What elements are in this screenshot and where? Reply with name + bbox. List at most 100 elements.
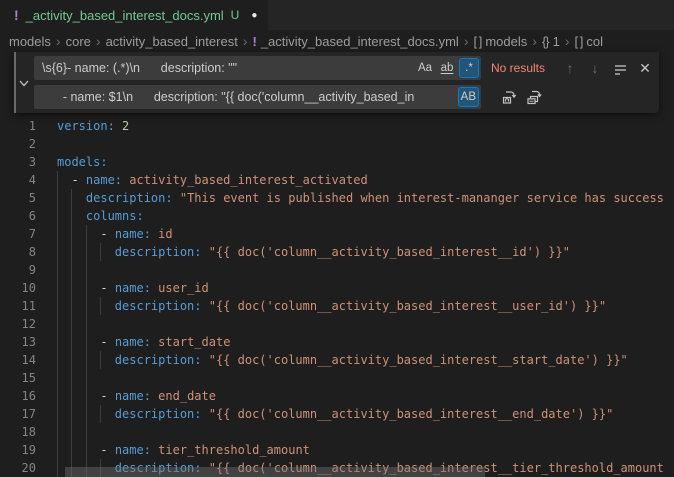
code-line-content[interactable]	[48, 423, 674, 441]
code-line: 8 description: "{{ doc('column__activity…	[0, 243, 674, 261]
code-line: 2	[0, 135, 674, 153]
close-icon: ✕	[639, 60, 651, 77]
line-number: 1	[0, 117, 48, 135]
line-number: 19	[0, 441, 48, 459]
selection-icon	[613, 61, 628, 76]
breadcrumb-label: col	[586, 34, 603, 49]
previous-match-button[interactable]: ↑	[560, 58, 580, 78]
breadcrumb-label: _activity_based_interest_docs.yml	[261, 34, 459, 49]
code-line-content[interactable]	[48, 315, 674, 333]
breadcrumb-item[interactable]: {}1	[542, 34, 560, 49]
indent-guide-icon	[86, 243, 87, 261]
code-line: 9	[0, 261, 674, 279]
find-input[interactable]: \s{6}- name: (.*)\n description: "" Aa a…	[34, 56, 481, 80]
code-line-content[interactable]: description: "{{ doc('column__activity_b…	[48, 405, 674, 423]
line-number: 7	[0, 225, 48, 243]
indent-guide-icon	[86, 333, 87, 351]
chevron-right-icon: ›	[532, 33, 537, 49]
indent-guide-icon	[71, 423, 72, 441]
code-line-content[interactable]	[48, 261, 674, 279]
preserve-case-button[interactable]: AB	[458, 87, 479, 107]
indent-guide-icon	[71, 261, 72, 279]
replace-icon	[501, 89, 517, 105]
resize-sash[interactable]	[14, 52, 16, 113]
line-number: 12	[0, 315, 48, 333]
line-number: 9	[0, 261, 48, 279]
find-in-selection-button[interactable]	[610, 58, 630, 78]
code-line-content[interactable]: version: 2	[48, 117, 674, 135]
indent-guide-icon	[57, 387, 58, 405]
find-row: \s{6}- name: (.*)\n description: "" Aa a…	[34, 56, 659, 80]
code-line: 12	[0, 315, 674, 333]
line-number: 8	[0, 243, 48, 261]
code-line-content[interactable]	[48, 135, 674, 153]
line-number: 20	[0, 459, 48, 477]
indent-guide-icon	[57, 459, 58, 477]
code-line: 15	[0, 369, 674, 387]
vscode-window: ! _activity_based_interest_docs.yml U ● …	[0, 0, 674, 477]
code-line-content[interactable]: columns:	[48, 207, 674, 225]
line-number: 6	[0, 207, 48, 225]
indent-guide-icon	[71, 243, 72, 261]
replace-all-button[interactable]	[524, 87, 544, 107]
find-input-value: \s{6}- name: (.*)\n description: ""	[34, 61, 415, 75]
breadcrumb-item[interactable]: !_activity_based_interest_docs.yml	[252, 34, 458, 49]
breadcrumb-item[interactable]: models	[9, 34, 51, 49]
modified-dot-icon[interactable]: ●	[251, 10, 257, 21]
code-line-content[interactable]: - name: start_date	[48, 333, 674, 351]
breadcrumb-item[interactable]: activity_based_interest	[106, 34, 238, 49]
regex-button[interactable]: .*	[459, 58, 479, 78]
code-line: 16 - name: end_date	[0, 387, 674, 405]
breadcrumb-item[interactable]: [ ]models	[474, 34, 528, 49]
whole-word-button[interactable]: ab	[437, 58, 457, 78]
code-line-content[interactable]: models:	[48, 153, 674, 171]
breadcrumb: models › core › activity_based_interest › !_ac…	[0, 30, 674, 52]
code-line-content[interactable]: - name: tier_threshold_amount	[48, 441, 674, 459]
breadcrumb-item[interactable]: core	[66, 34, 91, 49]
editor: 1version: 223models:4 - name: activity_b…	[0, 52, 674, 477]
indent-guide-icon	[57, 279, 58, 297]
code-line: 6 columns:	[0, 207, 674, 225]
indent-guide-icon	[57, 243, 58, 261]
chevron-right-icon: ›	[243, 33, 248, 49]
code-line: 14 description: "{{ doc('column__activit…	[0, 351, 674, 369]
git-status-badge: U	[231, 8, 240, 22]
code-line: 1version: 2	[0, 117, 674, 135]
editor-tab[interactable]: ! _activity_based_interest_docs.yml U ●	[0, 0, 268, 30]
horizontal-scrollbar[interactable]	[65, 467, 485, 477]
code-line-content[interactable]: description: "{{ doc('column__activity_b…	[48, 297, 674, 315]
close-find-button[interactable]: ✕	[635, 58, 655, 78]
code-line-content[interactable]: - name: id	[48, 225, 674, 243]
code-line-content[interactable]: description: "{{ doc('column__activity_b…	[48, 243, 674, 261]
code-line-content[interactable]: - name: user_id	[48, 279, 674, 297]
indent-guide-icon	[100, 297, 101, 315]
indent-guide-icon	[71, 387, 72, 405]
code-line-content[interactable]: - name: activity_based_interest_activate…	[48, 171, 674, 189]
symbol-icon: [ ]	[474, 34, 482, 49]
indent-guide-icon	[86, 423, 87, 441]
match-case-button[interactable]: Aa	[415, 58, 435, 78]
replace-input[interactable]: - name: $1\n description: "{{ doc('colum…	[34, 85, 481, 109]
indent-guide-icon	[71, 189, 72, 207]
code-line-content[interactable]: description: "{{ doc('column__activity_b…	[48, 351, 674, 369]
breadcrumb-label: activity_based_interest	[106, 34, 238, 49]
code-line-content[interactable]	[48, 369, 674, 387]
code-line: 17 description: "{{ doc('column__activit…	[0, 405, 674, 423]
indent-guide-icon	[100, 243, 101, 261]
code-line-content[interactable]: - name: end_date	[48, 387, 674, 405]
file-icon: !	[14, 7, 19, 23]
next-match-button[interactable]: ↓	[585, 58, 605, 78]
code-line-content[interactable]: description: "This event is published wh…	[48, 189, 674, 207]
indent-guide-icon	[57, 315, 58, 333]
replace-button[interactable]	[499, 87, 519, 107]
indent-guide-icon	[86, 225, 87, 243]
indent-guide-icon	[57, 351, 58, 369]
indent-guide-icon	[71, 315, 72, 333]
breadcrumb-label: core	[66, 34, 91, 49]
indent-guide-icon	[71, 225, 72, 243]
breadcrumb-item[interactable]: [ ]col	[575, 34, 603, 49]
indent-guide-icon	[86, 405, 87, 423]
line-number: 18	[0, 423, 48, 441]
toggle-replace-button[interactable]	[14, 52, 34, 113]
chevron-right-icon: ›	[464, 33, 469, 49]
